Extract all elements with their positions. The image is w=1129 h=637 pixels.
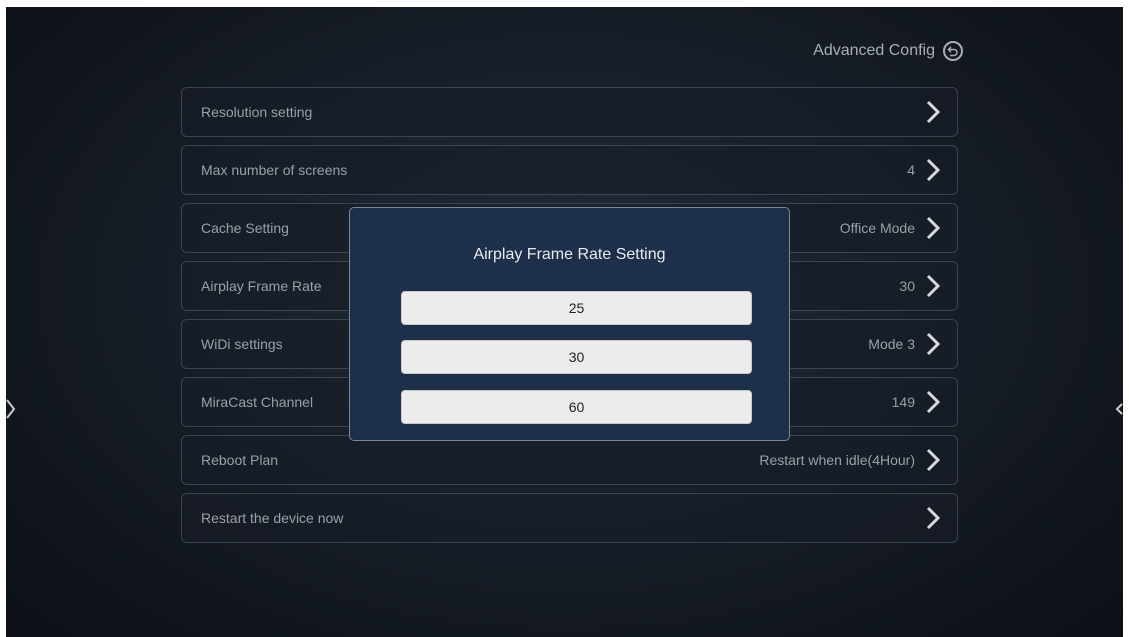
menu-item-restart-device[interactable]: Restart the device now <box>181 493 958 543</box>
menu-item-label: Resolution setting <box>201 104 313 120</box>
menu-item-resolution[interactable]: Resolution setting <box>181 87 958 137</box>
menu-item-value: Mode 3 <box>868 336 915 352</box>
chevron-right-icon <box>923 215 943 241</box>
chevron-right-icon <box>923 273 943 299</box>
menu-item-label: Restart the device now <box>201 510 344 526</box>
menu-item-value: 149 <box>891 394 915 410</box>
back-icon[interactable] <box>943 41 963 61</box>
dialog-title: Airplay Frame Rate Setting <box>473 246 666 263</box>
menu-item-label: Reboot Plan <box>201 452 279 468</box>
side-panel-right-chevron-icon[interactable] <box>1115 399 1123 424</box>
menu-item-max-screens[interactable]: Max number of screens 4 <box>181 145 958 195</box>
tv-settings-screen: Advanced Config Resolution setting Max n… <box>6 7 1123 637</box>
option-25-button[interactable]: 25 <box>401 291 752 325</box>
option-30-button[interactable]: 30 <box>401 340 752 374</box>
menu-item-value: 30 <box>899 278 915 294</box>
menu-item-label: Max number of screens <box>201 162 348 178</box>
menu-item-reboot-plan[interactable]: Reboot Plan Restart when idle(4Hour) <box>181 435 958 485</box>
chevron-right-icon <box>923 99 943 125</box>
page-header: Advanced Config <box>813 41 963 61</box>
chevron-right-icon <box>923 331 943 357</box>
chevron-right-icon <box>923 157 943 183</box>
page-title: Advanced Config <box>813 42 935 59</box>
menu-item-value: Restart when idle(4Hour) <box>759 452 915 468</box>
menu-item-value: 4 <box>907 162 915 178</box>
frame-rate-dialog: Airplay Frame Rate Setting 25 30 60 <box>349 207 790 441</box>
menu-item-value: Office Mode <box>839 220 915 236</box>
chevron-right-icon <box>923 389 943 415</box>
option-60-button[interactable]: 60 <box>401 390 752 424</box>
chevron-right-icon <box>923 505 943 531</box>
side-panel-left-chevron-icon[interactable] <box>6 399 16 424</box>
back-arrow-glyph <box>947 46 958 57</box>
chevron-right-icon <box>923 447 943 473</box>
